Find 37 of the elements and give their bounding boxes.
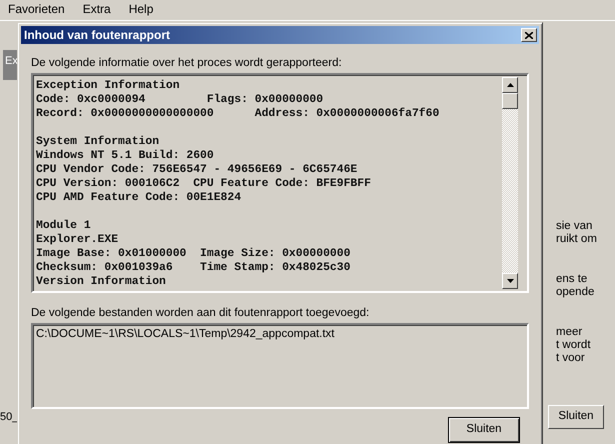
text-fragment: ruikt om (556, 233, 597, 246)
close-button[interactable]: Sluiten (548, 405, 604, 429)
menu-item[interactable]: Favorieten (4, 0, 73, 18)
text-fragment: t wordt (556, 339, 592, 352)
menu-item[interactable]: Extra (78, 0, 119, 18)
report-line: Code: 0xc0000094 Flags: 0x00000000 (36, 93, 324, 107)
info-label: De volgende informatie over het proces wordt gerapporteerd: (31, 56, 343, 70)
close-button[interactable] (521, 28, 537, 42)
report-line: CPU Version: 000106C2 CPU Feature Code: BFE9FBFF (36, 177, 372, 191)
text-fragment: opende (556, 286, 596, 299)
report-line: Checksum: 0x001039a6 Time Stamp: 0x48025c30 (36, 261, 352, 275)
up-arrow-icon[interactable] (506, 83, 514, 87)
file-path: C:\DOCUME~1\RS\LOCALS~1\Temp\2942_appcompat.txt (36, 327, 336, 341)
report-line: Image Base: 0x01000000 Image Size: 0x00000000 (36, 247, 352, 261)
close-icon (525, 32, 533, 38)
files-label: De volgende bestanden worden aan dit foutenrapport toegevoegd: (31, 306, 370, 320)
list-text: 50_ (0, 410, 18, 425)
report-line: Module 1 (36, 219, 92, 233)
scroll-thumb[interactable] (502, 93, 518, 109)
down-arrow-icon[interactable] (506, 279, 514, 283)
report-line: Windows NT 5.1 Build: 2600 (36, 149, 215, 163)
vertical-scrollbar[interactable] (502, 77, 518, 289)
report-line: Version Information (36, 275, 167, 289)
report-line: Explorer.EXE (36, 233, 120, 247)
window-title: Inhoud van foutenrapport (24, 27, 170, 44)
report-line: Exception Information (36, 79, 181, 93)
text-fragment: t voor (556, 352, 586, 365)
text-fragment: ens te (556, 273, 588, 286)
report-text-area[interactable] (31, 73, 529, 293)
report-line: CPU AMD Feature Code: 00E1E824 (36, 191, 242, 205)
report-line: Record: 0x0000000000000000 Address: 0x0000000006fa7f60 (36, 107, 440, 121)
report-line: CPU Vendor Code: 756E6547 - 49656E69 - 6C65746E (36, 163, 358, 177)
report-line: System Information (36, 135, 160, 149)
menu-item[interactable]: Help (124, 0, 162, 18)
text-fragment: meer (556, 326, 584, 339)
text-fragment: sie van (556, 220, 594, 233)
close-button[interactable]: Sluiten (448, 417, 520, 443)
